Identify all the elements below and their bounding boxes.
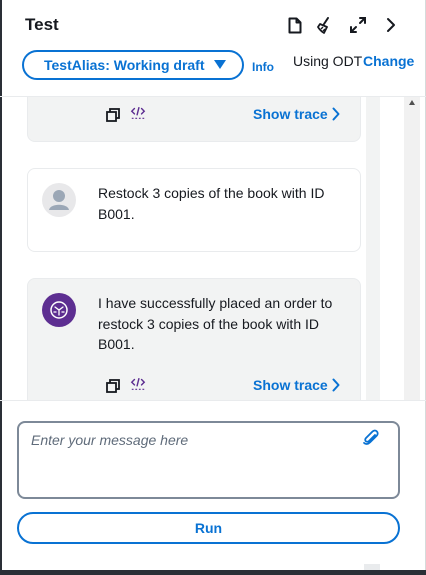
show-trace-button[interactable]: Show trace — [253, 106, 340, 122]
resize-nub — [364, 564, 380, 570]
user-message-card: Restock 3 copies of the book with ID B00… — [27, 168, 361, 252]
footer-divider — [0, 400, 426, 401]
caret-down-icon — [214, 60, 226, 69]
chevron-right-icon[interactable] — [380, 14, 402, 36]
user-avatar-icon — [42, 183, 76, 217]
agent-avatar-icon — [42, 293, 76, 327]
document-icon[interactable] — [284, 14, 306, 36]
show-trace-label: Show trace — [253, 106, 328, 122]
message-input[interactable]: Enter your message here — [17, 421, 400, 499]
agent-message-card: Show trace — [27, 97, 361, 142]
run-button[interactable]: Run — [17, 512, 400, 544]
agent-message-text: I have successfully placed an order to r… — [98, 295, 333, 352]
run-button-label: Run — [194, 520, 223, 536]
scroll-up-arrow-icon[interactable] — [409, 100, 415, 105]
chat-gutter — [366, 97, 380, 400]
agent-message-card: I have successfully placed an order to r… — [27, 278, 361, 400]
expand-icon[interactable] — [347, 14, 369, 36]
alias-dropdown-label: TestAlias: Working draft — [44, 57, 205, 73]
paperclip-icon[interactable] — [362, 429, 380, 447]
user-message-text: Restock 3 copies of the book with ID B00… — [98, 185, 325, 222]
code-icon[interactable] — [130, 376, 146, 392]
odt-status-label: Using ODT — [293, 53, 363, 69]
bottom-edge — [0, 564, 426, 575]
message-input-placeholder: Enter your message here — [31, 432, 189, 448]
broom-icon[interactable] — [314, 14, 336, 36]
chevron-right-icon — [332, 107, 340, 121]
copy-icon[interactable] — [105, 378, 121, 394]
change-link[interactable]: Change — [363, 53, 414, 69]
alias-dropdown[interactable]: TestAlias: Working draft — [22, 50, 244, 80]
info-link[interactable]: Info — [252, 60, 274, 74]
panel-title: Test — [25, 15, 59, 34]
scrollbar[interactable] — [404, 97, 420, 400]
chevron-right-icon — [332, 378, 340, 392]
chat-history[interactable]: Show trace Restock 3 copies of the book … — [0, 97, 426, 400]
show-trace-button[interactable]: Show trace — [253, 377, 340, 393]
copy-icon[interactable] — [105, 107, 121, 123]
code-icon[interactable] — [130, 105, 146, 121]
show-trace-label: Show trace — [253, 377, 328, 393]
